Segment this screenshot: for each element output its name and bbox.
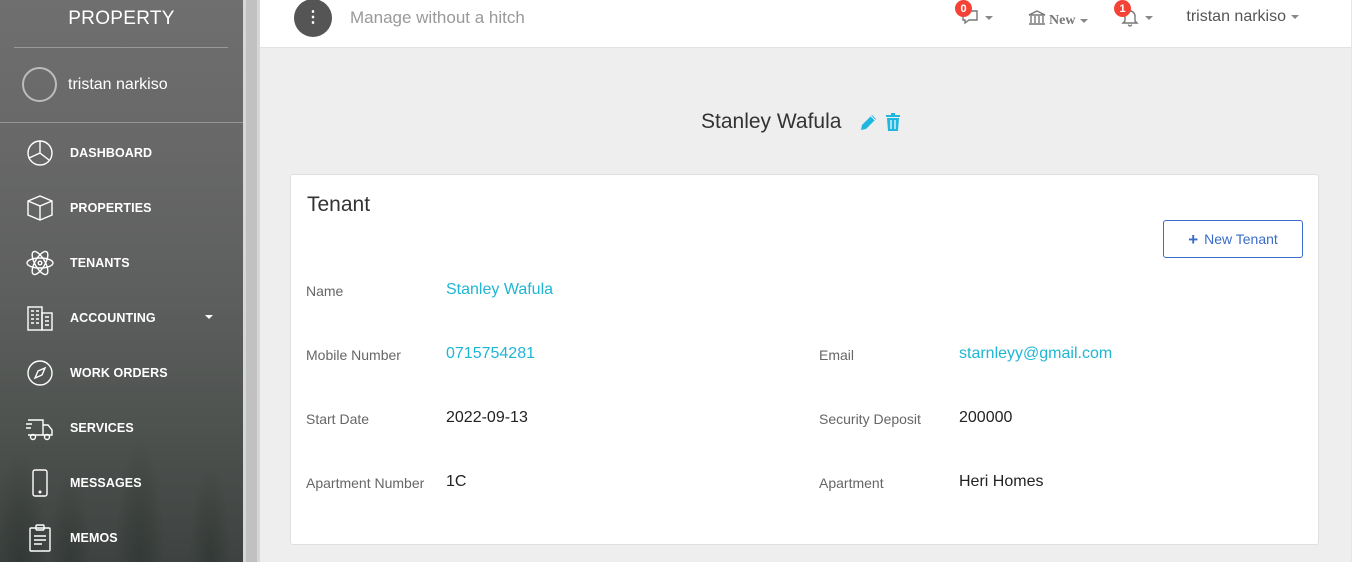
pie-chart-icon bbox=[25, 137, 55, 169]
clipboard-icon bbox=[25, 522, 55, 554]
sidebar-item-tenants[interactable]: TENANTS bbox=[0, 235, 243, 290]
name-label: Name bbox=[306, 283, 344, 299]
sidebar-user[interactable]: tristan narkiso bbox=[22, 67, 168, 102]
user-menu-name: tristan narkiso bbox=[1186, 8, 1286, 25]
tagline: Manage without a hitch bbox=[350, 8, 525, 27]
sidebar-nav: DASHBOARD PROPERTIES TENANTS ACCOUNTING bbox=[0, 125, 243, 562]
new-tenant-button[interactable]: + New Tenant bbox=[1163, 220, 1303, 258]
messages-dropdown[interactable]: 0 bbox=[955, 0, 993, 32]
brand-title[interactable]: PROPERTY bbox=[0, 8, 243, 30]
mobile-link[interactable]: 0715754281 bbox=[446, 345, 535, 363]
new-dropdown[interactable]: New bbox=[1027, 8, 1089, 33]
divider bbox=[0, 122, 243, 123]
chevron-down-icon bbox=[1080, 18, 1089, 23]
sidebar-item-work-orders[interactable]: WORK ORDERS bbox=[0, 345, 243, 400]
messages-count-badge: 0 bbox=[955, 0, 972, 17]
sidebar-toggle-button[interactable]: ⋮ bbox=[294, 0, 332, 37]
sidebar-item-services[interactable]: SERVICES bbox=[0, 400, 243, 455]
tenant-heading: Stanley Wafula bbox=[701, 110, 903, 134]
trash-icon[interactable] bbox=[883, 112, 903, 132]
mobile-icon bbox=[25, 467, 55, 499]
sidebar-item-properties[interactable]: PROPERTIES bbox=[0, 180, 243, 235]
sidebar-item-label: WORK ORDERS bbox=[70, 365, 168, 380]
security-deposit-value: 200000 bbox=[959, 409, 1013, 426]
building-icon bbox=[25, 302, 55, 334]
user-menu-dropdown[interactable]: tristan narkiso bbox=[1186, 8, 1299, 26]
chevron-down-icon bbox=[1291, 15, 1299, 19]
notifications-dropdown[interactable]: 1 bbox=[1114, 0, 1153, 32]
new-tenant-label: New Tenant bbox=[1204, 231, 1278, 247]
mobile-label: Mobile Number bbox=[306, 347, 401, 363]
vertical-dots-icon: ⋮ bbox=[305, 9, 321, 26]
plus-icon: + bbox=[1188, 229, 1199, 249]
apartment-label: Apartment bbox=[819, 475, 884, 491]
sidebar-user-name: tristan narkiso bbox=[68, 75, 168, 93]
compass-icon bbox=[25, 357, 55, 389]
email-link[interactable]: starnleyy@gmail.com bbox=[959, 345, 1112, 363]
sidebar-scrollbar[interactable] bbox=[243, 0, 260, 562]
start-date-value: 2022-09-13 bbox=[446, 409, 528, 426]
delivery-truck-icon bbox=[25, 412, 55, 444]
box-icon bbox=[25, 192, 55, 224]
notifications-count-badge: 1 bbox=[1114, 0, 1131, 17]
sidebar-item-label: TENANTS bbox=[70, 255, 130, 270]
email-label: Email bbox=[819, 347, 855, 363]
page-scrollbar[interactable] bbox=[1351, 0, 1356, 562]
card-title: Tenant bbox=[307, 193, 371, 216]
sidebar-item-messages[interactable]: MESSAGES bbox=[0, 455, 243, 510]
name-link[interactable]: Stanley Wafula bbox=[446, 281, 553, 299]
chevron-down-icon[interactable] bbox=[205, 315, 213, 319]
new-dropdown-label: New bbox=[1049, 12, 1076, 28]
sidebar-item-label: MESSAGES bbox=[70, 475, 142, 490]
chevron-down-icon bbox=[1145, 16, 1153, 20]
divider bbox=[14, 47, 228, 48]
sidebar-item-accounting[interactable]: ACCOUNTING bbox=[0, 290, 243, 345]
apartment-number-value: 1C bbox=[446, 473, 467, 490]
security-deposit-label: Security Deposit bbox=[819, 411, 921, 427]
apartment-value: Heri Homes bbox=[959, 473, 1044, 490]
pencil-icon[interactable] bbox=[859, 112, 879, 132]
chevron-down-icon bbox=[985, 16, 993, 20]
sidebar-item-label: SERVICES bbox=[70, 420, 134, 435]
apartment-number-label: Apartment Number bbox=[306, 475, 425, 491]
bank-icon bbox=[1027, 8, 1047, 33]
tenant-card: Tenant + New Tenant Name Stanley Wafula … bbox=[290, 174, 1319, 545]
sidebar: PROPERTY tristan narkiso DASHBOARD PROPE… bbox=[0, 0, 243, 562]
sidebar-item-label: ACCOUNTING bbox=[70, 310, 156, 325]
sidebar-item-memos[interactable]: MEMOS bbox=[0, 510, 243, 562]
sidebar-item-label: DASHBOARD bbox=[70, 145, 153, 160]
page-title: Stanley Wafula bbox=[701, 110, 842, 133]
sidebar-item-label: PROPERTIES bbox=[70, 200, 152, 215]
sidebar-item-dashboard[interactable]: DASHBOARD bbox=[0, 125, 243, 180]
top-navbar: ⋮ Manage without a hitch 0 New 1 tristan… bbox=[260, 0, 1351, 48]
avatar bbox=[22, 67, 57, 102]
atom-icon bbox=[25, 247, 55, 279]
sidebar-item-label: MEMOS bbox=[70, 530, 118, 545]
start-date-label: Start Date bbox=[306, 411, 370, 427]
